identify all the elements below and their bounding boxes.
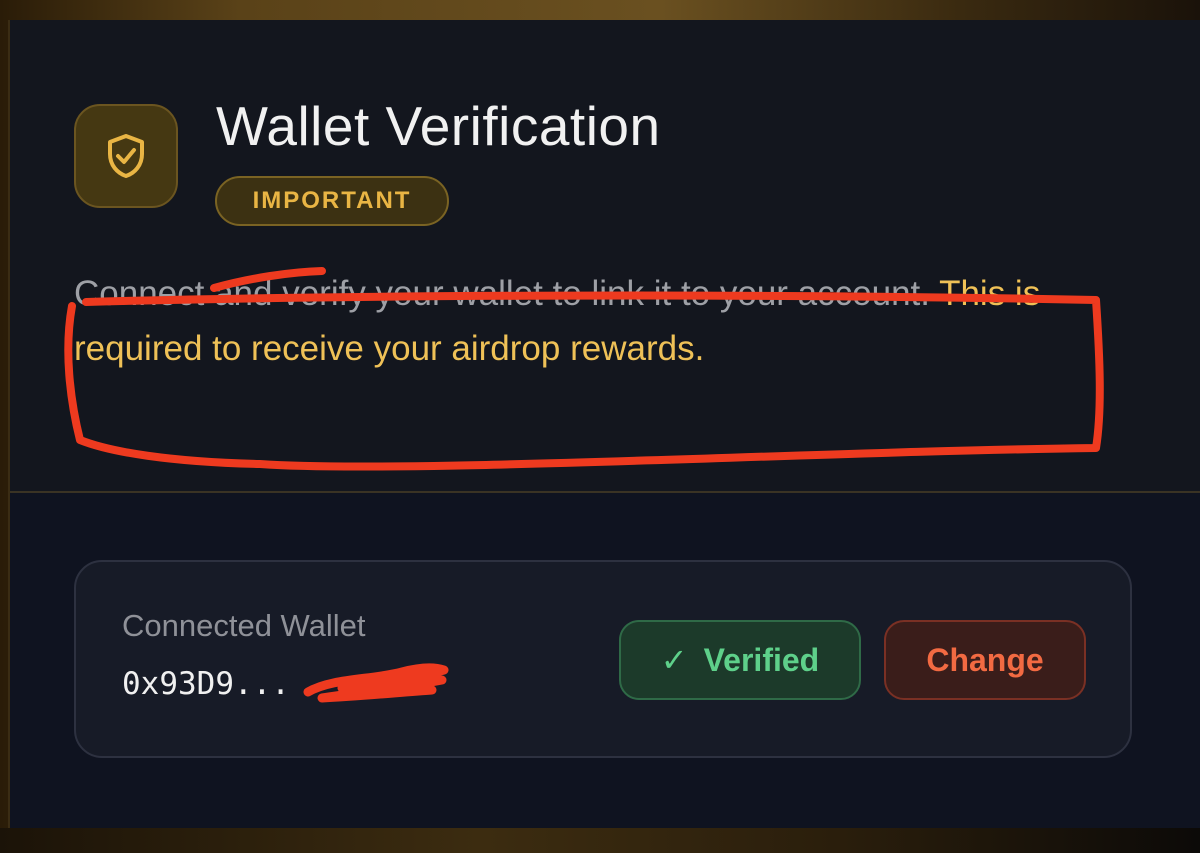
verified-label: Verified	[703, 641, 820, 678]
page-title: Wallet Verification	[216, 95, 661, 157]
redaction-scribble	[303, 663, 449, 703]
connected-wallet-panel: Connected Wallet 0x93D9... ✓ Verified Ch…	[74, 560, 1132, 758]
wallet-address: 0x93D9...	[122, 666, 290, 702]
wallet-verification-card: Wallet Verification IMPORTANT Connect an…	[8, 20, 1200, 828]
description-plain: Connect and verify your wallet to link i…	[74, 274, 940, 313]
shield-check-icon	[108, 134, 144, 178]
important-badge: IMPORTANT	[215, 176, 449, 226]
shield-icon-tile	[74, 104, 178, 208]
verified-button[interactable]: ✓ Verified	[619, 620, 861, 700]
page-bottom-strip	[0, 828, 1200, 853]
change-wallet-button[interactable]: Change	[884, 620, 1086, 700]
description-text: Connect and verify your wallet to link i…	[74, 266, 1064, 376]
card-header-section	[10, 20, 1200, 493]
connected-wallet-label: Connected Wallet	[122, 608, 366, 643]
check-icon: ✓	[660, 642, 688, 678]
